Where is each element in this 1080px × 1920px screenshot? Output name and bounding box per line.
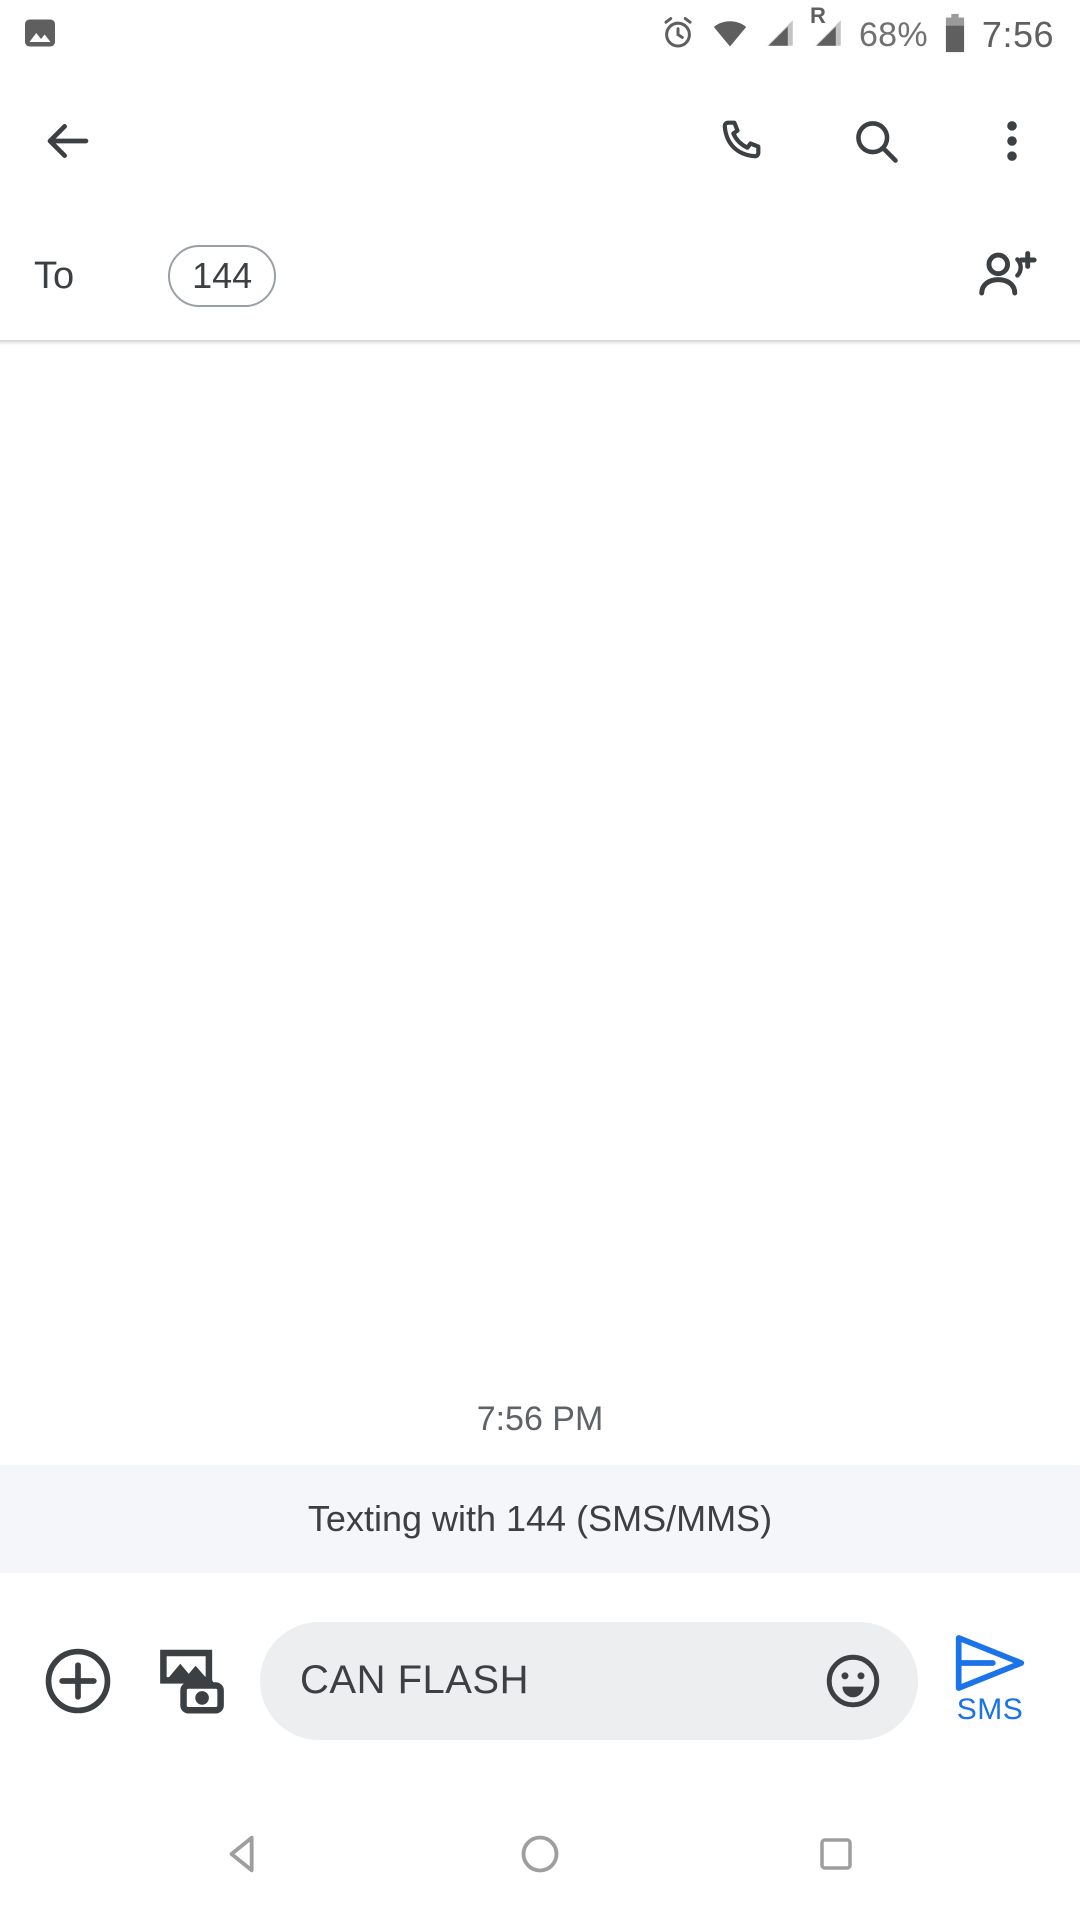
recipient-chip-label: 144 <box>192 255 253 296</box>
message-input[interactable]: CAN FLASH <box>260 1621 918 1740</box>
status-bar-clock: 7:56 <box>981 14 1054 55</box>
sms-info-banner-label: Texting with 144 (SMS/MMS) <box>307 1498 773 1539</box>
battery-percent-label: 68% <box>858 15 928 54</box>
wifi-icon <box>711 14 749 57</box>
sms-info-banner: Texting with 144 (SMS/MMS) <box>0 1465 1080 1573</box>
phone-screen: R 68% 7:56 To 144 7:56 PM Texting with 1… <box>0 0 1080 1920</box>
recipient-chip[interactable]: 144 <box>168 245 277 307</box>
gallery-camera-icon[interactable] <box>146 1635 238 1727</box>
message-timestamp: 7:56 PM <box>476 1400 604 1438</box>
conversation-area: 7:56 PM <box>0 345 1080 1465</box>
alarm-clock-icon <box>659 14 697 57</box>
send-button-label: SMS <box>956 1693 1024 1726</box>
toolbar-actions <box>702 103 1050 179</box>
nav-back-triangle-icon[interactable] <box>199 1809 289 1899</box>
battery-icon <box>942 13 968 58</box>
nav-recents-square-icon[interactable] <box>791 1809 881 1899</box>
status-bar-notifications <box>22 15 58 56</box>
add-person-icon[interactable] <box>966 236 1046 316</box>
emoji-smiley-icon[interactable] <box>814 1642 892 1720</box>
send-button[interactable]: SMS <box>932 1634 1048 1727</box>
android-nav-bar <box>0 1788 1080 1920</box>
app-toolbar <box>0 70 1080 212</box>
nav-home-circle-icon[interactable] <box>495 1809 585 1899</box>
status-bar-indicators: R 68% 7:56 <box>659 3 1054 58</box>
recipient-row: To 144 <box>0 212 1080 340</box>
plus-circle-icon[interactable] <box>32 1635 124 1727</box>
phone-call-icon[interactable] <box>702 103 778 179</box>
signal-bars-roaming-icon: R <box>810 3 845 55</box>
send-arrow-icon <box>953 1634 1027 1697</box>
overflow-menu-icon[interactable] <box>974 103 1050 179</box>
message-input-value: CAN FLASH <box>300 1658 529 1702</box>
search-icon[interactable] <box>838 103 914 179</box>
to-label: To <box>34 254 75 297</box>
image-notification-icon <box>22 15 58 56</box>
roaming-label: R <box>809 2 826 28</box>
status-bar: R 68% 7:56 <box>0 0 1080 70</box>
signal-bars-icon <box>763 16 797 55</box>
message-composer: CAN FLASH SMS <box>0 1573 1080 1788</box>
back-arrow-icon[interactable] <box>30 103 106 179</box>
